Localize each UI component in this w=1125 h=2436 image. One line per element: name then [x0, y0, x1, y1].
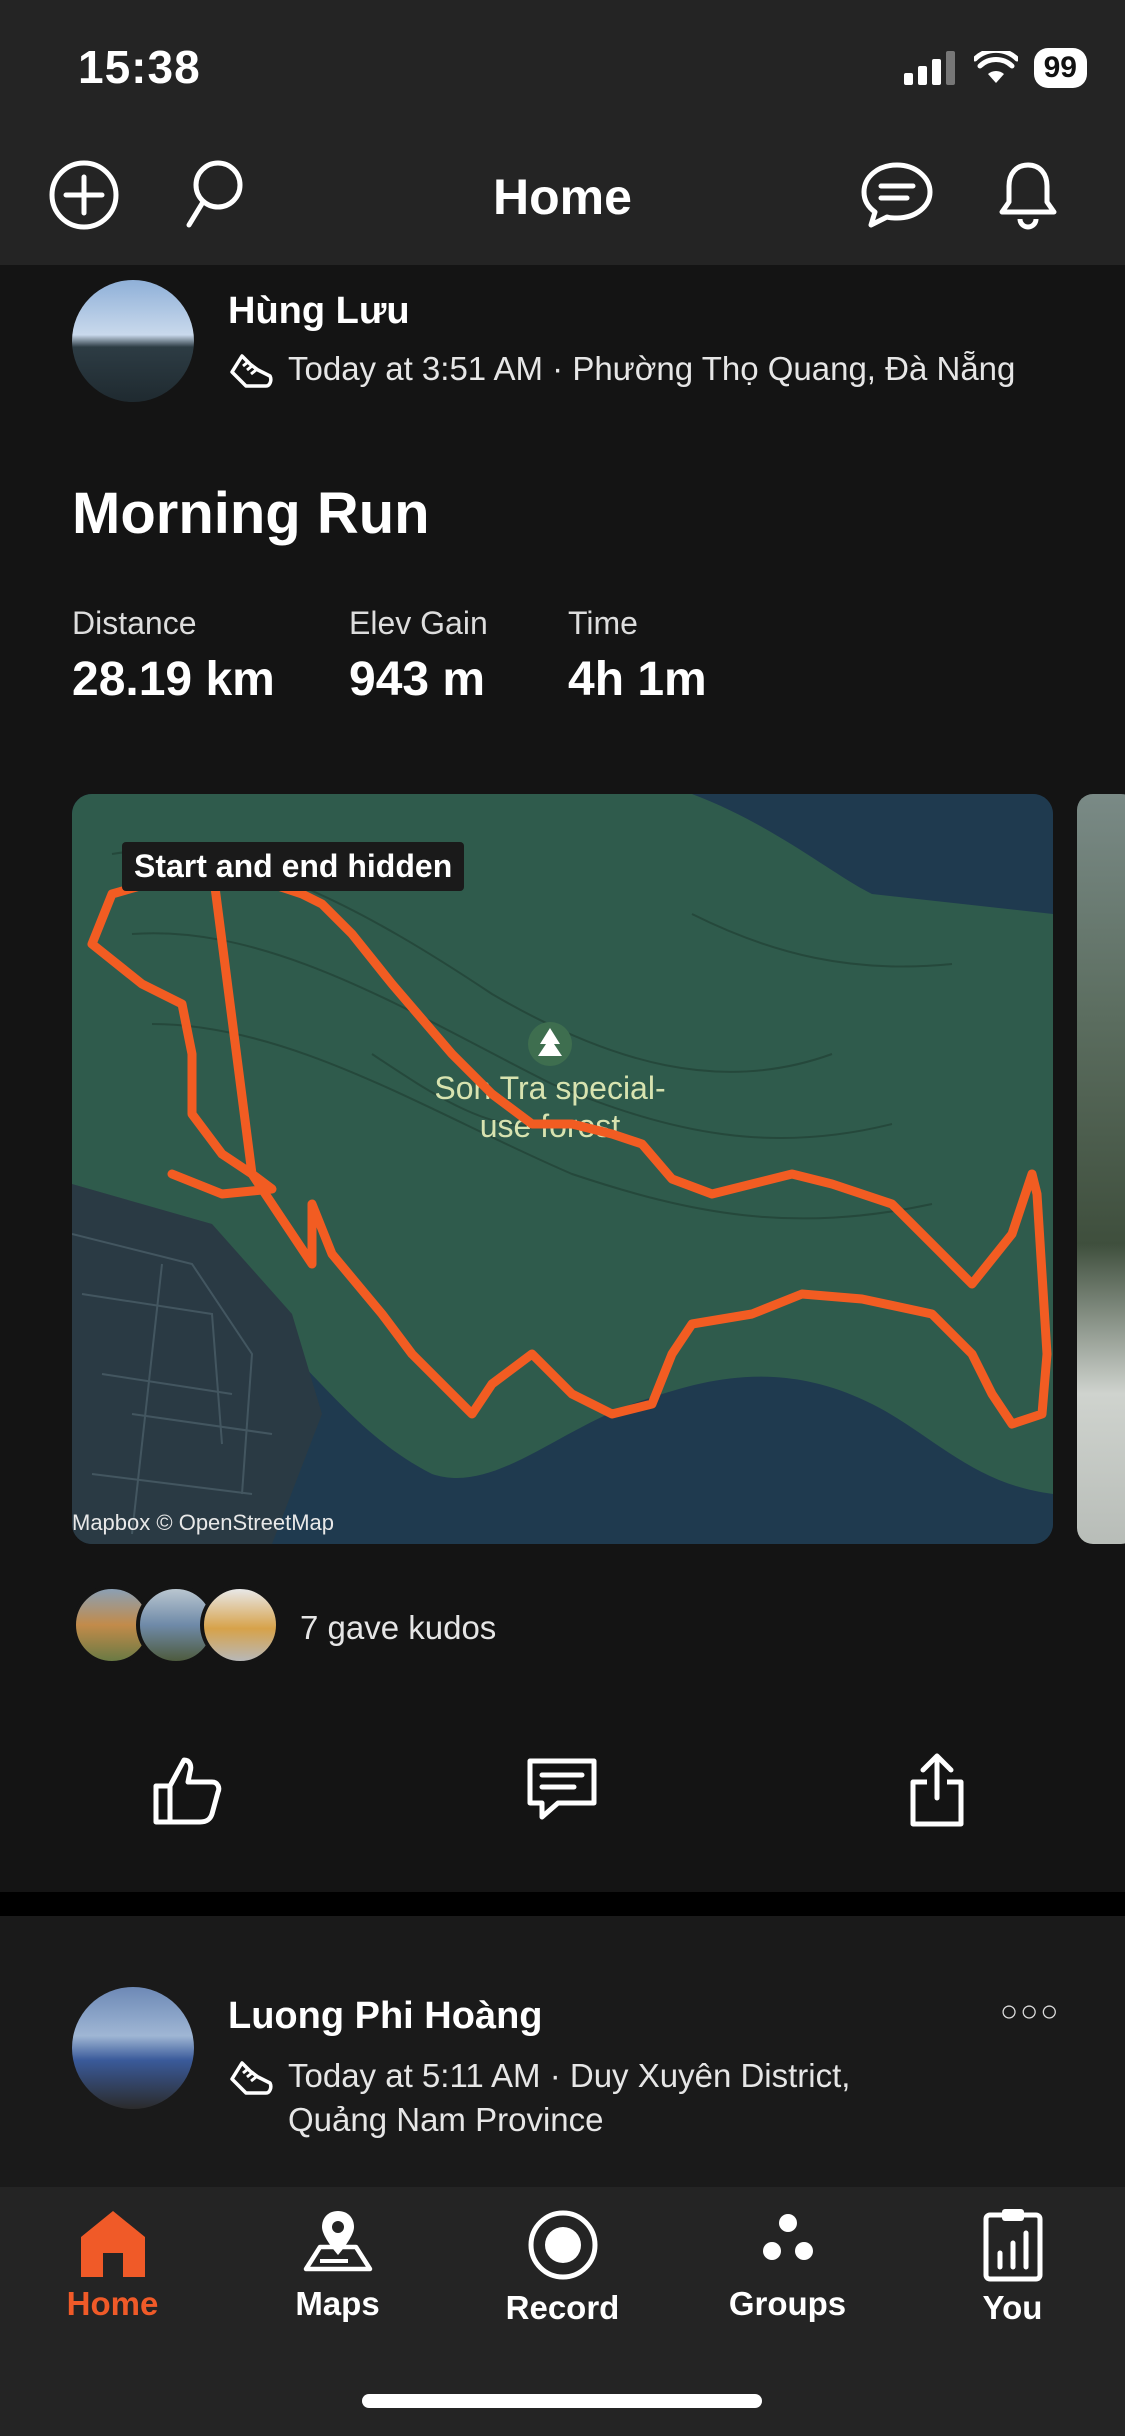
activity-meta-line: Today at 5:11 AM · Duy Xuyên District,: [288, 2057, 851, 2094]
stat-label: Time: [568, 605, 638, 641]
map-attribution: Mapbox © OpenStreetMap: [72, 1510, 335, 1535]
tab-home[interactable]: Home: [0, 2187, 225, 2367]
top-bar: 15:38 99 Home: [0, 0, 1125, 265]
activity-meta-text: Today at 3:51 AM · Phường Thọ Quang, Đà …: [288, 350, 1016, 387]
stat-distance: Distance 28.19 km: [72, 605, 275, 707]
activity-meta: Today at 3:51 AM · Phường Thọ Quang, Đà …: [228, 350, 1015, 392]
battery-indicator: 99: [1033, 48, 1087, 88]
stat-value: 28.19 km: [72, 653, 275, 706]
running-shoe-icon: [230, 2061, 273, 2095]
activity-title[interactable]: Morning Run: [72, 480, 430, 547]
share-icon: [910, 1753, 964, 1827]
signal-icon: [903, 51, 955, 85]
tab-maps[interactable]: Maps: [225, 2187, 450, 2367]
tab-record[interactable]: Record: [450, 2187, 675, 2367]
kudos-button[interactable]: [143, 1745, 233, 1835]
maps-icon: [303, 2211, 372, 2272]
activity-photo[interactable]: [1077, 794, 1125, 1544]
kudos-avatars[interactable]: [72, 1585, 292, 1667]
privacy-badge: Start and end hidden: [122, 842, 465, 891]
activity-meta: Today at 5:11 AM · Duy Xuyên District, Q…: [228, 2057, 850, 2139]
stat-label: Distance: [72, 605, 197, 641]
thumbs-up-icon: [153, 1757, 222, 1825]
running-shoe-icon: [230, 354, 273, 388]
tab-label: Maps: [295, 2285, 380, 2322]
you-icon: [983, 2209, 1042, 2282]
status-time: 15:38: [78, 41, 201, 93]
athlete-name[interactable]: Hùng Lưu: [228, 290, 410, 333]
map-graphic: Son Tra special- use forest: [72, 794, 1053, 1544]
messages-button[interactable]: [857, 155, 937, 235]
bell-icon: [999, 162, 1057, 230]
status-icons: 99: [903, 48, 1087, 88]
page-title: Home: [493, 169, 632, 225]
kudos-count[interactable]: 7 gave kudos: [300, 1609, 496, 1647]
athlete-name[interactable]: Luong Phi Hoàng: [228, 1995, 543, 2038]
home-icon: [80, 2211, 145, 2277]
activity-meta-line: Quảng Nam Province: [288, 2101, 604, 2138]
kudos-avatar: [200, 1585, 280, 1665]
comment-icon: [527, 1758, 597, 1820]
athlete-avatar[interactable]: [72, 280, 194, 402]
tab-label: Home: [66, 2285, 159, 2322]
share-button[interactable]: [892, 1745, 982, 1835]
feed-divider: [0, 1892, 1125, 1916]
record-icon: [528, 2210, 597, 2280]
notifications-button[interactable]: [988, 155, 1068, 235]
wifi-icon: [973, 51, 1018, 83]
stat-value: 4h 1m: [568, 653, 707, 706]
stat-time: Time 4h 1m: [568, 605, 707, 707]
chat-icon: [861, 162, 933, 228]
tab-label: Groups: [728, 2285, 847, 2322]
stat-label: Elev Gain: [349, 605, 488, 641]
home-indicator: [362, 2394, 762, 2408]
more-options-button[interactable]: ○○○: [1000, 1995, 1060, 2029]
comment-button[interactable]: [517, 1745, 607, 1835]
tab-you[interactable]: You: [900, 2187, 1125, 2367]
athlete-avatar[interactable]: [72, 1987, 194, 2109]
groups-icon: [762, 2214, 813, 2260]
stat-value: 943 m: [349, 653, 486, 706]
tab-label: You: [982, 2289, 1043, 2326]
stat-elev-gain: Elev Gain 943 m: [349, 605, 488, 707]
tab-label: Record: [505, 2289, 620, 2326]
tab-groups[interactable]: Groups: [675, 2187, 900, 2367]
activity-map[interactable]: Son Tra special- use forest Start and en…: [72, 794, 1053, 1544]
